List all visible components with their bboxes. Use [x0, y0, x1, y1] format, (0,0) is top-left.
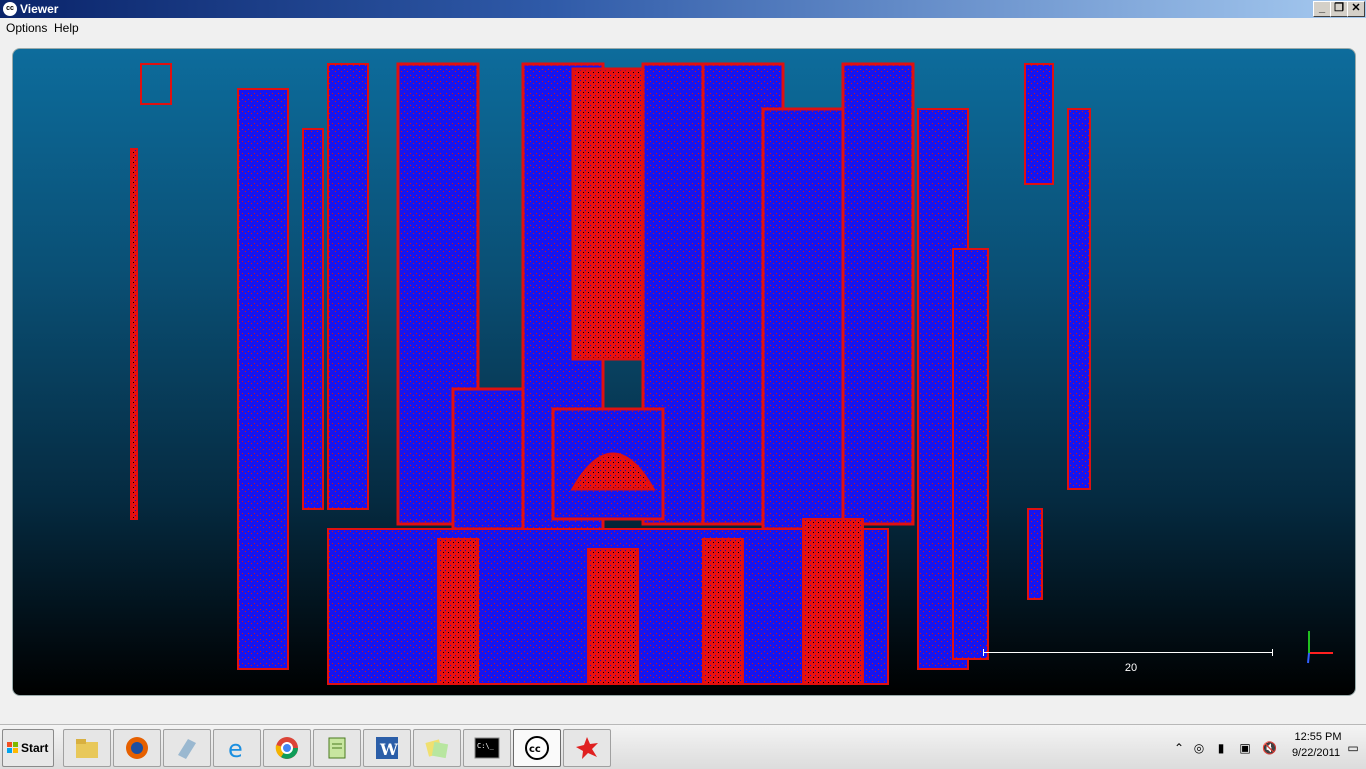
- minimize-button[interactable]: _: [1313, 1, 1331, 17]
- taskbar-command-prompt[interactable]: C:\_: [463, 729, 511, 767]
- window-title: Viewer: [20, 2, 59, 16]
- network-globe-icon[interactable]: ◎: [1192, 741, 1206, 755]
- folder-icon: [76, 739, 98, 758]
- taskbar-app-11[interactable]: [563, 729, 611, 767]
- taskbar-app-8[interactable]: [413, 729, 461, 767]
- start-button[interactable]: Start: [2, 729, 54, 767]
- clock-date[interactable]: 9/22/2011: [1284, 747, 1348, 759]
- firefox-icon: [126, 737, 148, 759]
- axis-trihedron-icon: [1307, 631, 1333, 664]
- facade-base: [327, 518, 889, 685]
- windows-logo-icon: [7, 742, 18, 753]
- sticky-notes-icon: [425, 739, 449, 759]
- point-cloud-render: [130, 62, 1091, 685]
- facade-center: [396, 62, 915, 536]
- svg-text:cc: cc: [529, 744, 541, 755]
- taskbar-chrome[interactable]: [263, 729, 311, 767]
- taskbar-internet-explorer[interactable]: e: [213, 729, 261, 767]
- taskbar-firefox[interactable]: [113, 729, 161, 767]
- svg-text:C:\_: C:\_: [477, 742, 495, 750]
- taskbar-windows-explorer[interactable]: [63, 729, 111, 767]
- eraser-icon: [178, 739, 196, 759]
- taskbar-notepadplusplus[interactable]: [313, 729, 361, 767]
- app-icon: cc: [3, 2, 17, 16]
- ie-icon: e: [228, 735, 243, 761]
- volume-muted-icon[interactable]: 🔇: [1262, 741, 1277, 755]
- cc-icon: cc: [525, 736, 549, 760]
- show-desktop-icon[interactable]: ▭: [1346, 741, 1360, 755]
- network-icon[interactable]: ▣: [1238, 741, 1252, 755]
- svg-text:W: W: [379, 740, 399, 759]
- chrome-icon: [275, 737, 298, 759]
- scale-bar: [983, 649, 1273, 656]
- show-hidden-icons-icon[interactable]: ⌃: [1172, 741, 1186, 755]
- red-splat-icon: [576, 737, 598, 759]
- menu-bar: Options Help: [0, 18, 1366, 38]
- facade-right-spires: [917, 63, 1091, 670]
- taskbar-word[interactable]: W: [363, 729, 411, 767]
- notepad-icon: [328, 737, 346, 759]
- svg-text:e: e: [228, 735, 243, 761]
- taskbar-cloudcompare[interactable]: cc: [513, 729, 561, 767]
- title-bar: cc Viewer _ ❐ ✕: [0, 0, 1366, 18]
- word-icon: W: [376, 737, 399, 759]
- restore-button[interactable]: ❐: [1330, 1, 1348, 17]
- taskbar: Start e W C:\_ cc ⌃ ◎ ▮ ▣ 🔇 ▭: [0, 724, 1366, 769]
- clock-time[interactable]: 12:55 PM: [1288, 731, 1348, 743]
- close-button[interactable]: ✕: [1347, 1, 1365, 17]
- usb-device-icon[interactable]: ▮: [1214, 741, 1228, 755]
- 3d-viewport[interactable]: 20: [12, 48, 1356, 696]
- scale-label: 20: [1124, 662, 1138, 674]
- menu-help[interactable]: Help: [54, 21, 79, 35]
- start-label: Start: [21, 741, 49, 755]
- menu-options[interactable]: Options: [6, 21, 47, 35]
- cmd-icon: C:\_: [474, 737, 500, 759]
- taskbar-app-3[interactable]: [163, 729, 211, 767]
